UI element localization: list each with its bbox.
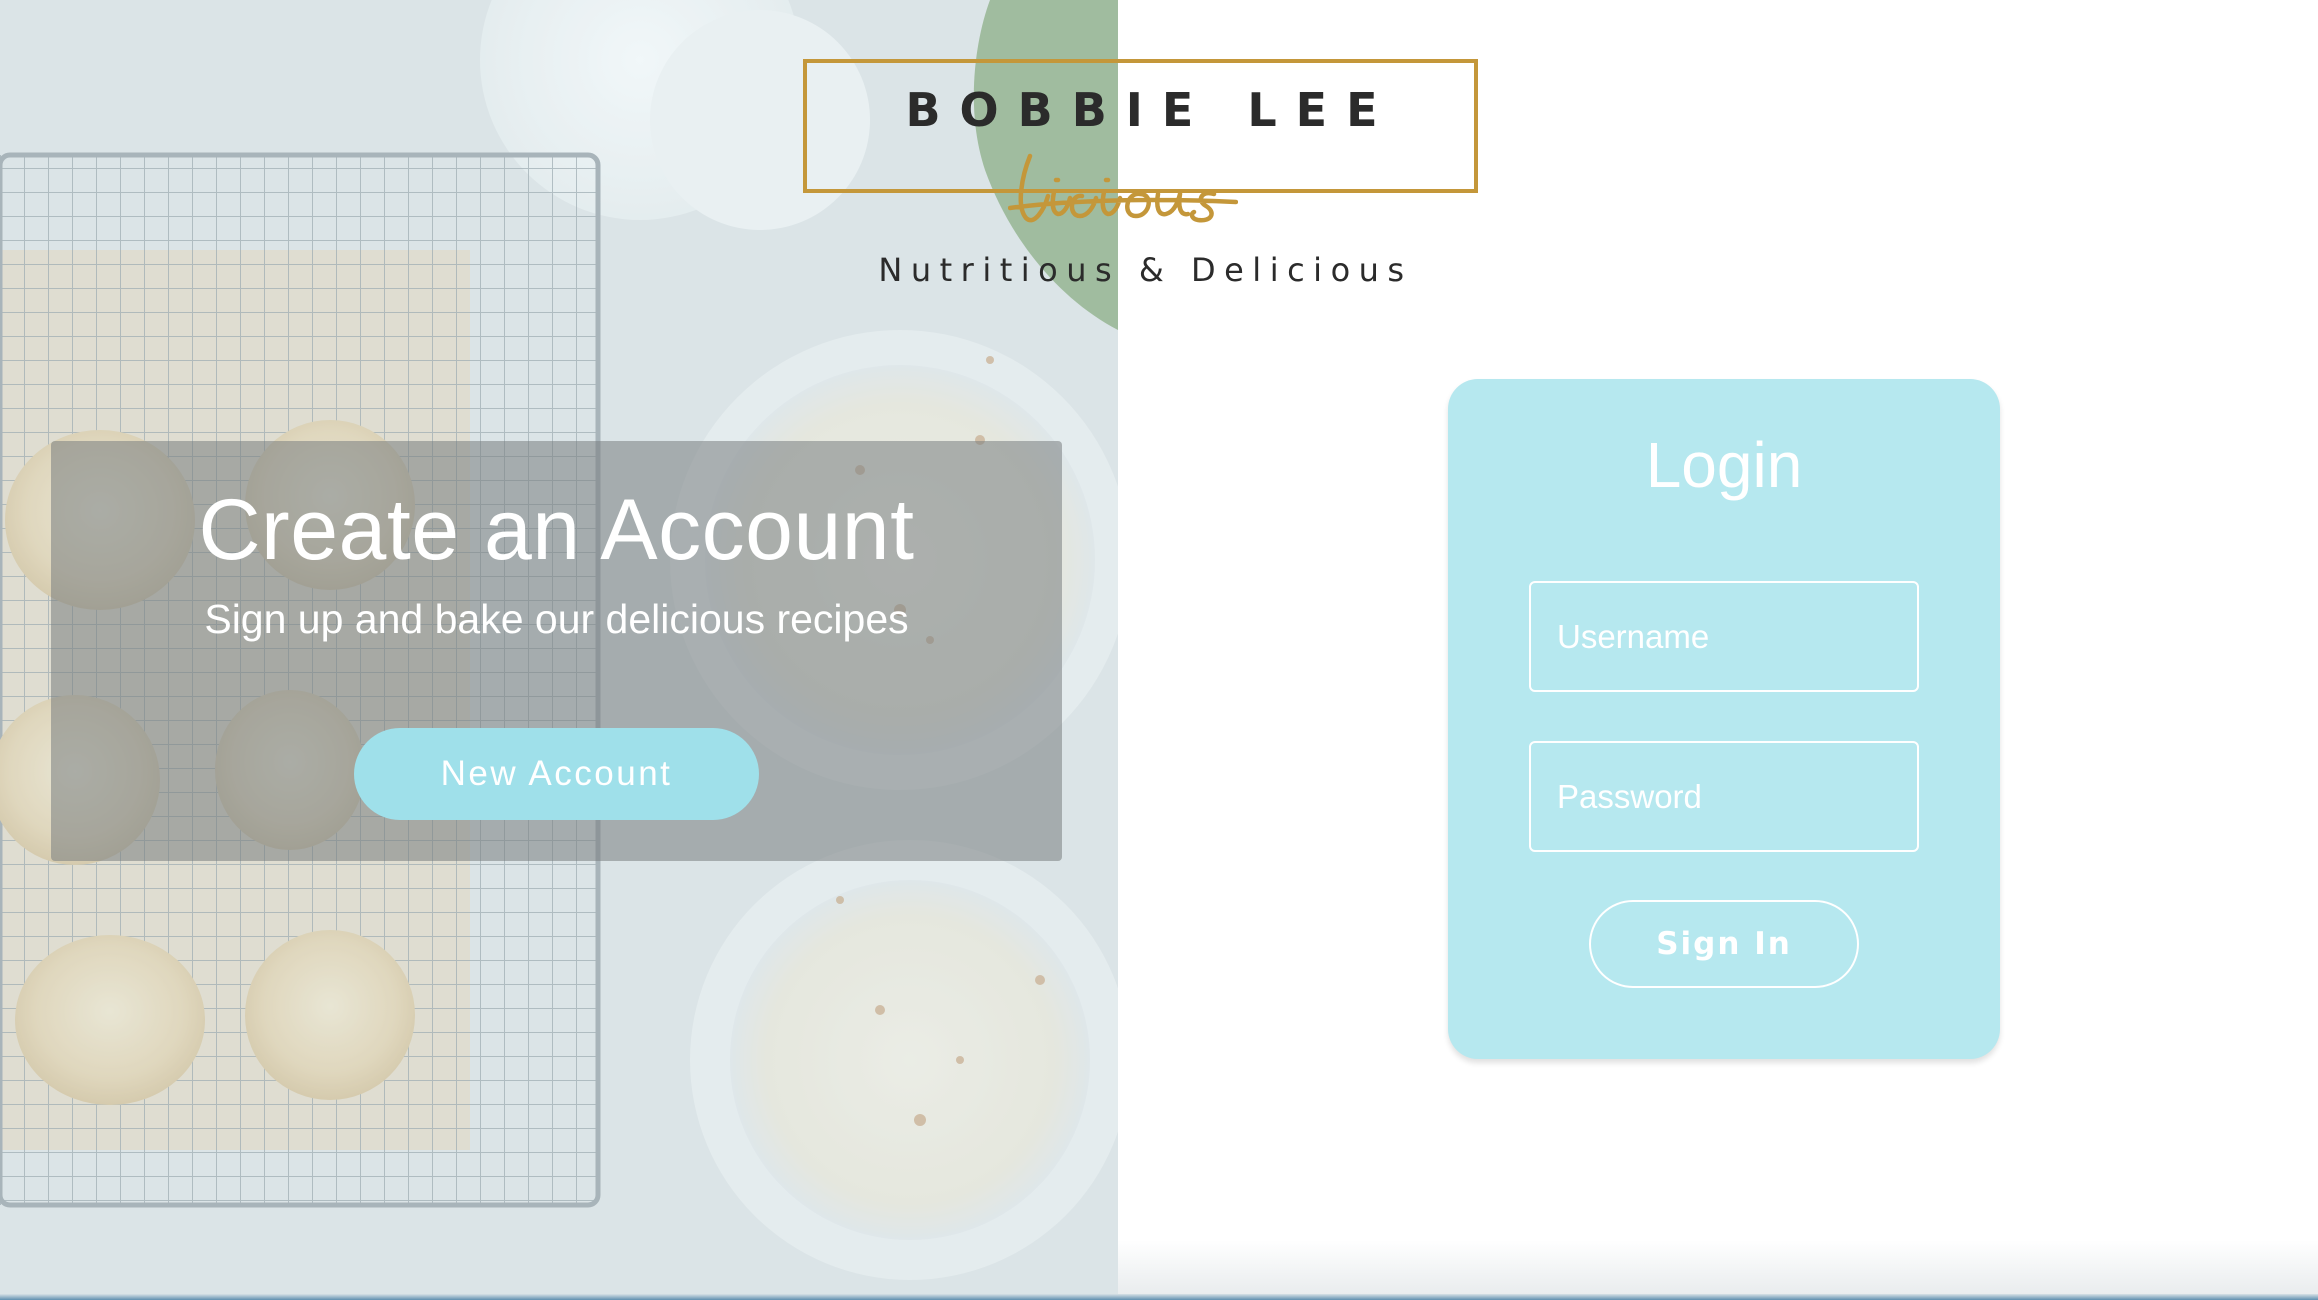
- bottom-fade: [1118, 1240, 2318, 1296]
- page: Create an Account Sign up and bake our d…: [0, 0, 2318, 1300]
- login-panel: Login Sign In: [1448, 379, 2000, 1059]
- logo-brand-name: BOBBIE LEE: [905, 83, 1397, 137]
- window-bottom-edge: [0, 1294, 2318, 1300]
- signup-panel: Create an Account Sign up and bake our d…: [51, 441, 1062, 861]
- username-input[interactable]: [1529, 581, 1919, 692]
- signup-subtitle: Sign up and bake our delicious recipes: [204, 596, 909, 642]
- new-account-button[interactable]: New Account: [354, 728, 759, 820]
- password-input[interactable]: [1529, 741, 1919, 852]
- login-title: Login: [1645, 429, 1803, 501]
- brand-logo: BOBBIE LEE Nutritious & Delicious: [800, 56, 1483, 296]
- signup-title: Create an Account: [198, 482, 915, 578]
- sign-in-button[interactable]: Sign In: [1589, 900, 1859, 988]
- logo-script-licious: [1008, 153, 1238, 223]
- logo-tagline: Nutritious & Delicious: [878, 251, 1413, 289]
